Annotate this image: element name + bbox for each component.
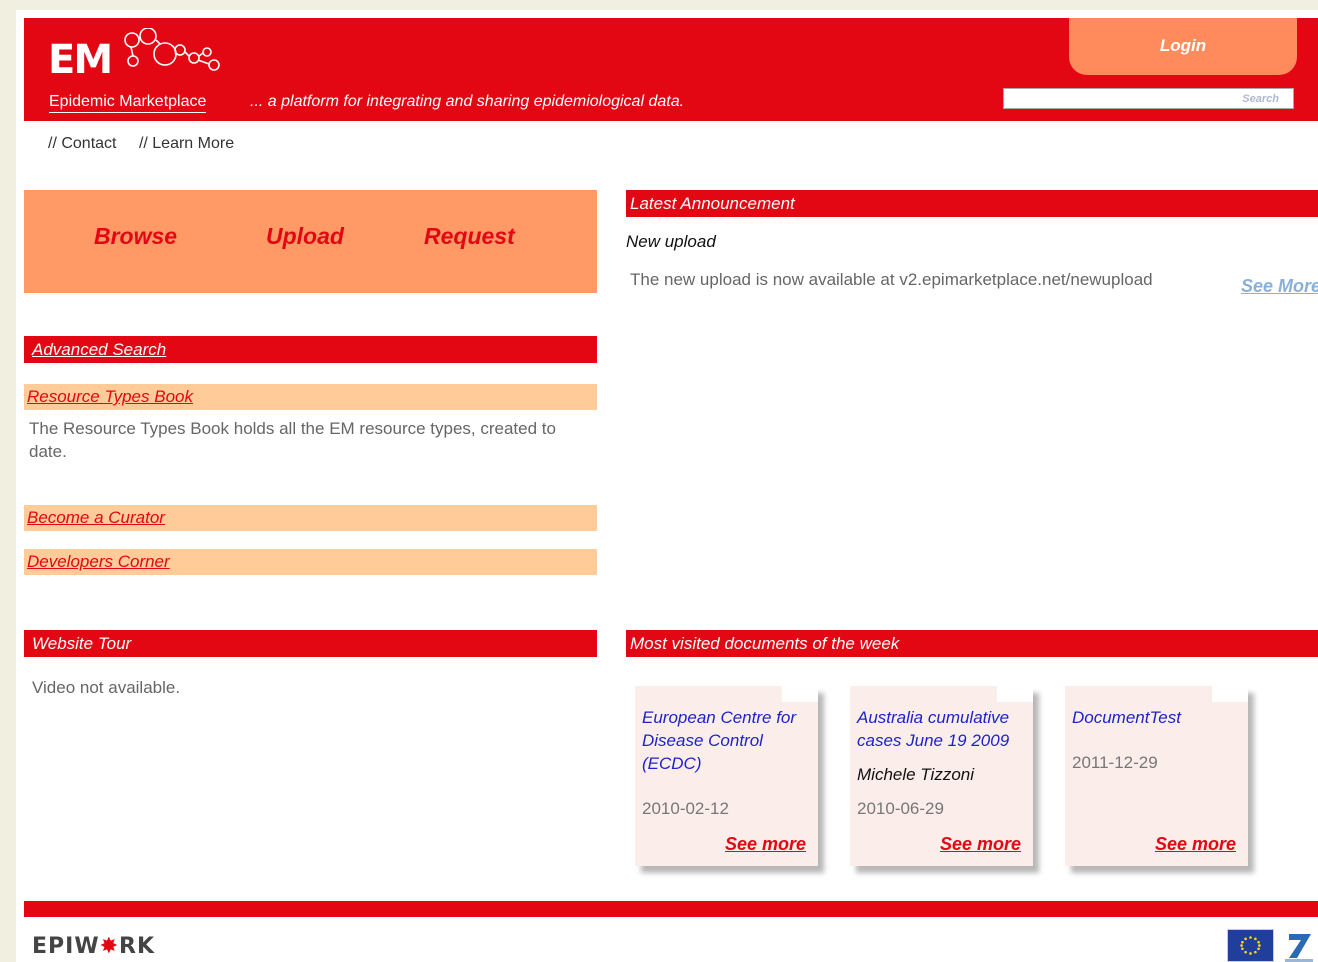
document-title-link[interactable]: Australia cumulative cases June 19 2009 (857, 706, 1017, 752)
top-nav: // Contact // Learn More (48, 135, 252, 153)
document-card: DocumentTest 2011-12-29 See more (1065, 686, 1248, 866)
nav-learn-more-link[interactable]: // Learn More (139, 135, 234, 152)
announcement-text: The new upload is now available at v2.ep… (630, 270, 1153, 289)
website-tour-header: Website Tour (24, 630, 597, 657)
action-bar: Browse Upload Request (24, 190, 597, 293)
developers-corner-link[interactable]: Developers Corner (24, 549, 597, 575)
announcement-title: New upload (626, 232, 716, 251)
footer-bar (24, 901, 1318, 917)
most-visited-header: Most visited documents of the week (626, 630, 1318, 657)
document-card: European Centre for Disease Control (ECD… (635, 686, 818, 866)
see-more-link[interactable]: See more (1155, 834, 1236, 855)
latest-announcement-header: Latest Announcement (626, 190, 1318, 217)
login-button[interactable]: Login (1069, 18, 1297, 75)
document-author: Michele Tizzoni (857, 765, 974, 784)
advanced-search-bar: Advanced Search (24, 336, 597, 363)
resource-types-description: The Resource Types Book holds all the EM… (29, 419, 556, 461)
logo-em[interactable]: EM (48, 38, 113, 82)
request-button[interactable]: Request (424, 223, 515, 250)
network-logo-icon (124, 28, 220, 71)
site-header: EM Epidemic Marketplace ... a platform f… (24, 18, 1318, 121)
nav-contact-link[interactable]: // Contact (48, 135, 116, 152)
search-input[interactable] (1003, 88, 1294, 109)
document-date: 2010-06-29 (857, 799, 944, 818)
logo-subtitle: Epidemic Marketplace (49, 93, 207, 113)
become-curator-link[interactable]: Become a Curator (24, 505, 597, 531)
page: EM Epidemic Marketplace ... a platform f… (16, 10, 1318, 962)
document-card: Australia cumulative cases June 19 2009 … (850, 686, 1033, 866)
epiwork-star-icon: ✸ (99, 934, 120, 959)
document-date: 2011-12-29 (1072, 753, 1158, 772)
see-more-link[interactable]: See more (725, 834, 806, 855)
document-title-link[interactable]: DocumentTest (1072, 706, 1232, 729)
site-tagline: ... a platform for integrating and shari… (250, 93, 685, 110)
epiwork-logo[interactable]: EPIW✸RK (32, 934, 155, 959)
upload-button[interactable]: Upload (266, 223, 344, 250)
announcement-see-more-link[interactable]: See More (1241, 276, 1318, 297)
document-title-link[interactable]: European Centre for Disease Control (ECD… (642, 706, 802, 775)
document-date: 2010-02-12 (642, 799, 729, 818)
see-more-link[interactable]: See more (940, 834, 1021, 855)
advanced-search-link[interactable]: Advanced Search (32, 340, 166, 359)
resource-types-book-link[interactable]: Resource Types Book (24, 384, 597, 410)
browse-button[interactable]: Browse (94, 223, 177, 250)
eu-flag-icon (1227, 929, 1274, 962)
fp7-logo-icon (1285, 934, 1313, 962)
video-not-available-text: Video not available. (32, 678, 181, 697)
